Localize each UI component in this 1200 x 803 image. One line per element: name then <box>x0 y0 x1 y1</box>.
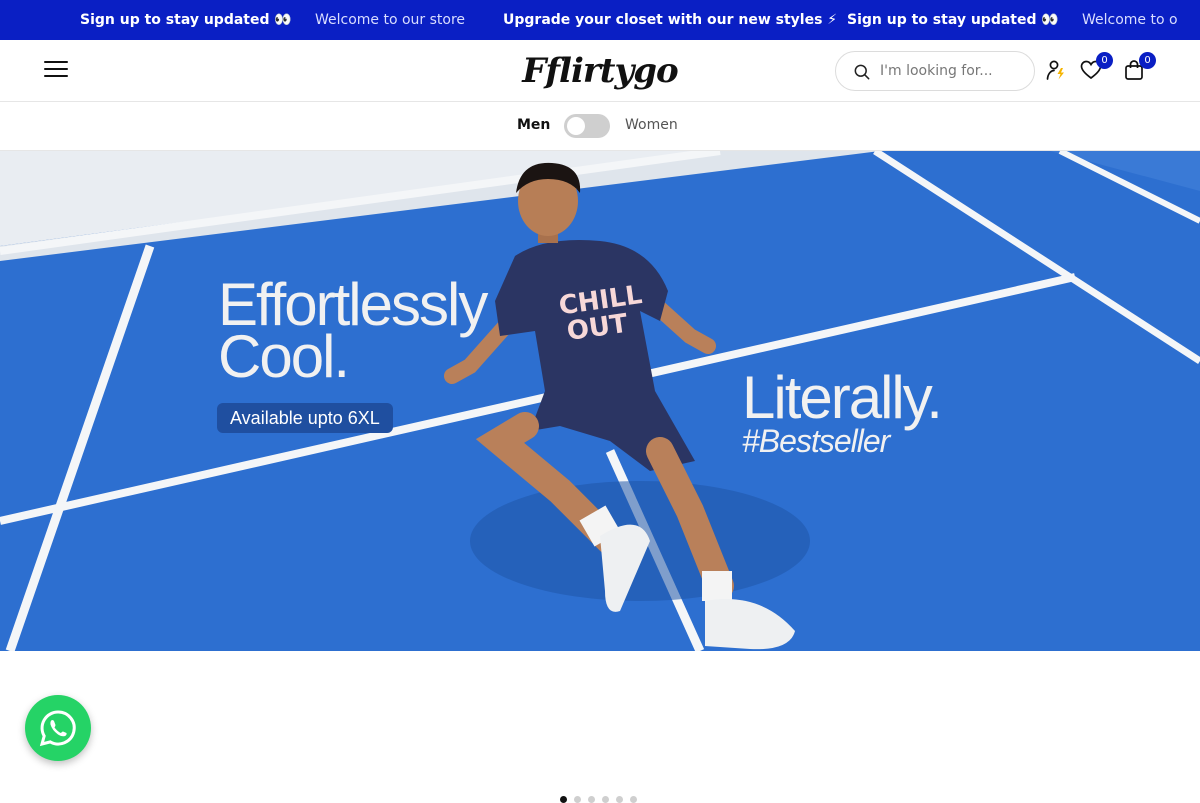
announcement-item[interactable]: Sign up to stay updated 👀 <box>80 0 292 40</box>
hero-banner[interactable]: CHILL OUT Effortlessly Cool. Available u… <box>0 151 1200 651</box>
hero-hashtag: #Bestseller <box>742 423 890 459</box>
announcement-item[interactable]: Welcome to our store <box>315 0 465 40</box>
announcement-bar: Sign up to stay updated 👀 Welcome to our… <box>0 0 1200 40</box>
user-icon <box>1046 60 1064 80</box>
menu-line <box>44 68 68 70</box>
wishlist-button[interactable]: 0 <box>1079 52 1113 82</box>
gender-toggle-switch[interactable] <box>564 114 610 138</box>
hamburger-menu-button[interactable] <box>44 61 68 81</box>
announcement-item[interactable]: Upgrade your closet with our new styles … <box>503 0 837 40</box>
account-button[interactable] <box>1044 58 1068 82</box>
announcement-item[interactable]: Welcome to o <box>1082 0 1178 40</box>
size-availability-badge: Available upto 6XL <box>217 403 393 433</box>
search-icon <box>854 64 870 80</box>
search-box[interactable] <box>835 51 1035 91</box>
site-logo[interactable]: Fflirtygo <box>520 44 680 98</box>
cart-count-badge: 0 <box>1139 52 1156 69</box>
search-input[interactable] <box>880 60 1025 82</box>
site-header: Fflirtygo 0 0 <box>0 40 1200 102</box>
menu-line <box>44 61 68 63</box>
gender-label-men[interactable]: Men <box>517 117 550 133</box>
hero-headline: Effortlessly Cool. <box>218 275 488 390</box>
hero-tagline: Literally. <box>742 364 943 431</box>
whatsapp-chat-button[interactable] <box>25 695 91 761</box>
hero-headline-line2: Cool. <box>218 323 350 390</box>
cart-button[interactable]: 0 <box>1122 52 1156 82</box>
menu-line <box>44 75 68 77</box>
announcement-item[interactable]: Sign up to stay updated 👀 <box>847 0 1059 40</box>
gender-label-women[interactable]: Women <box>625 117 678 133</box>
wishlist-count-badge: 0 <box>1096 52 1113 69</box>
toggle-knob <box>567 117 585 135</box>
hero-image: CHILL OUT <box>0 151 1200 651</box>
gender-switch-bar: Men Women <box>0 102 1200 151</box>
whatsapp-icon <box>39 710 76 747</box>
